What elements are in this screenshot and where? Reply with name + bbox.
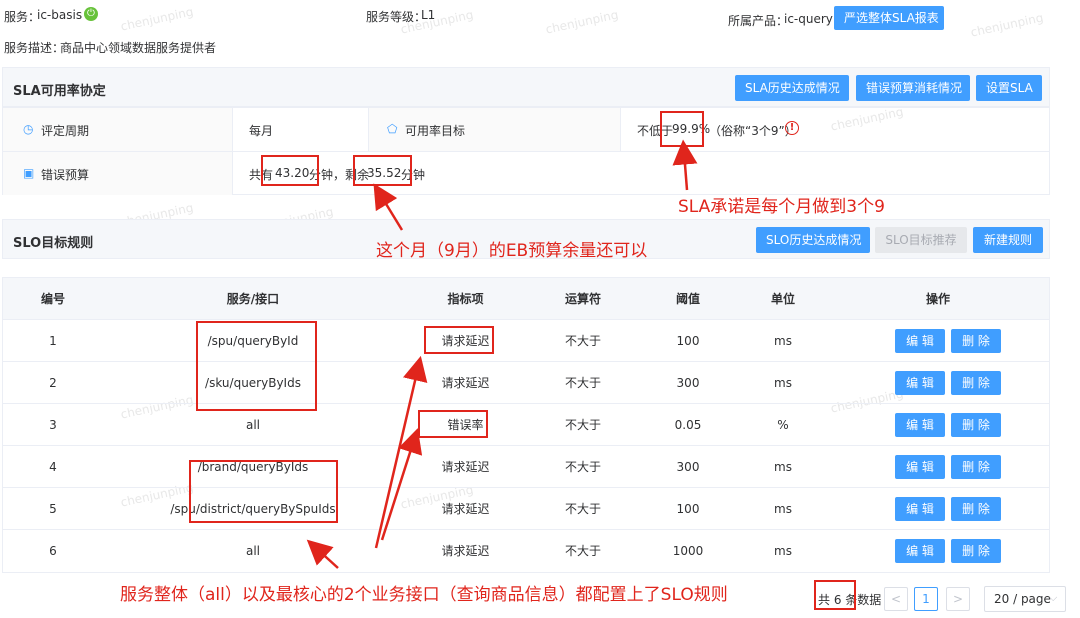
arrow-eb-note xyxy=(373,183,404,231)
slo-annotation: 服务整体（all）以及最核心的2个业务接口（查询商品信息）都配置上了SLO规则 xyxy=(120,585,728,605)
arrow-slo-endpoints xyxy=(306,539,339,569)
sla-annotation: SLA承诺是每个月做到3个9 xyxy=(678,197,885,217)
arrow-slo-latency xyxy=(374,355,428,549)
eb-annotation: 这个月（9月）的EB预算余量还可以 xyxy=(376,241,648,261)
arrow-sla-note xyxy=(672,139,698,191)
annotation-arrows xyxy=(306,139,698,569)
